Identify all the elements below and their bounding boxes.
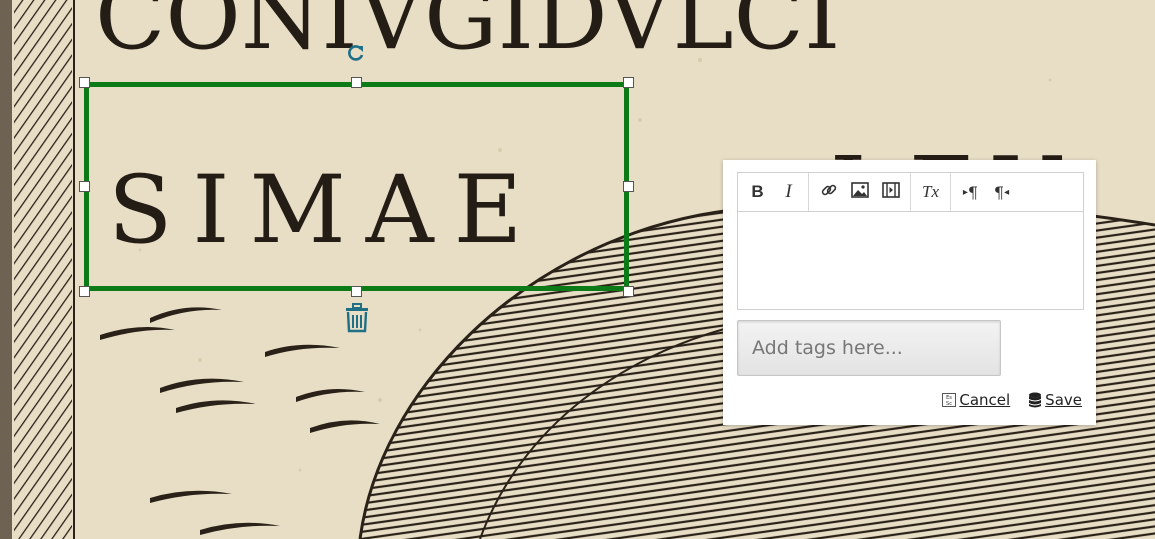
annotation-selection-box[interactable] [84, 82, 629, 291]
keyboard-esc-icon: Es Sc [942, 393, 957, 407]
resize-handle-bottom[interactable] [351, 286, 362, 297]
cancel-label: Cancel [959, 391, 1011, 409]
trash-icon[interactable] [344, 303, 370, 333]
bold-button[interactable]: B [742, 178, 773, 206]
resize-handle-right[interactable] [623, 181, 634, 192]
resize-handle-bottom-left[interactable] [79, 286, 90, 297]
resize-handle-bottom-right[interactable] [623, 286, 634, 297]
resize-handle-left[interactable] [79, 181, 90, 192]
film-icon [881, 182, 900, 202]
ltr-icon: ¶ [967, 182, 979, 202]
toolbar-group-direction: ▸ ¶ ¶ ◂ [951, 173, 1021, 211]
link-button[interactable] [813, 178, 844, 206]
save-button[interactable]: Save [1028, 391, 1082, 409]
link-icon [820, 181, 838, 203]
annotation-editor-panel: B I Tx ▸ ¶ ¶ ◂ Add tags here... Es Sc Ca… [723, 160, 1096, 425]
italic-button[interactable]: I [773, 178, 804, 206]
resize-handle-top-right[interactable] [623, 77, 634, 88]
tags-field[interactable] [737, 320, 1001, 376]
rtl-icon: ¶ [993, 182, 1005, 202]
editor-body[interactable] [738, 212, 1083, 310]
ltr-button[interactable]: ▸ ¶ [955, 178, 986, 206]
rich-text-editor: B I Tx ▸ ¶ ¶ ◂ [737, 172, 1084, 310]
toolbar-group-text: B I [738, 173, 809, 211]
editor-toolbar: B I Tx ▸ ¶ ¶ ◂ [738, 173, 1083, 212]
editor-actions: Es Sc Cancel Save [924, 391, 1082, 409]
rtl-button[interactable]: ¶ ◂ [986, 178, 1017, 206]
video-button[interactable] [875, 178, 906, 206]
image-icon [850, 182, 869, 202]
toolbar-group-insert [809, 173, 911, 211]
save-label: Save [1045, 391, 1082, 409]
toolbar-group-format: Tx [911, 173, 951, 211]
rotate-icon[interactable] [345, 42, 367, 64]
cancel-button[interactable]: Es Sc Cancel [942, 391, 1010, 409]
resize-handle-top-left[interactable] [79, 77, 90, 88]
svg-text:Sc: Sc [946, 401, 952, 407]
tags-input[interactable] [738, 321, 1000, 375]
inscription-top-text: CONIVGIDVLCI [95, 0, 840, 70]
remove-format-button[interactable]: Tx [915, 178, 946, 206]
resize-handle-top[interactable] [351, 77, 362, 88]
image-button[interactable] [844, 178, 875, 206]
database-icon [1028, 392, 1042, 408]
